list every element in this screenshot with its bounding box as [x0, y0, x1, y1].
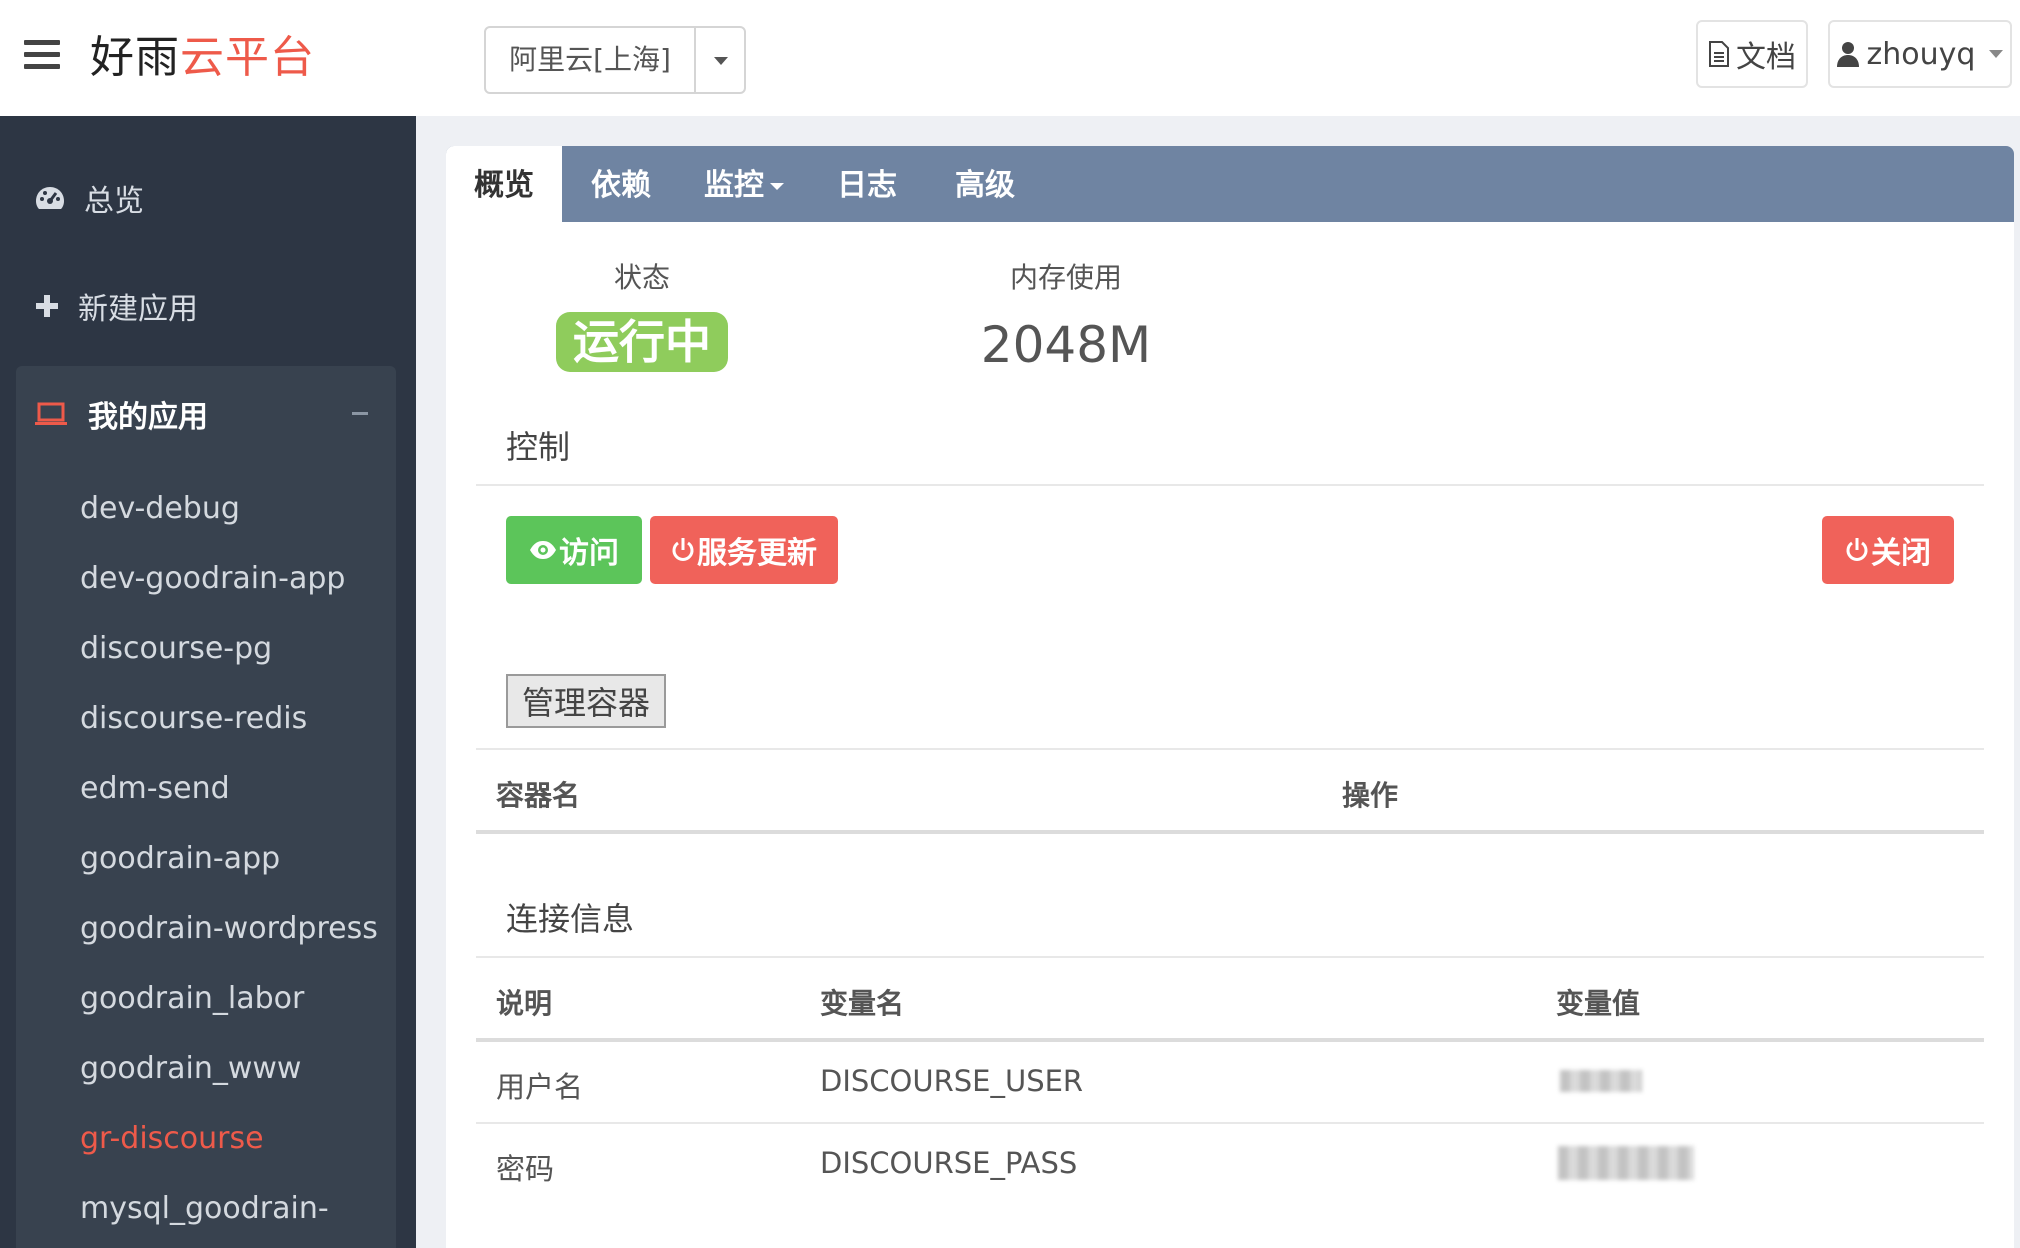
app-item-edm-send[interactable]: edm-send	[16, 754, 396, 824]
tab-dependencies[interactable]: 依赖	[562, 146, 680, 222]
masked-value	[1560, 1070, 1642, 1092]
control-title: 控制	[506, 428, 571, 466]
tab-overview[interactable]: 概览	[446, 146, 562, 222]
tab-logs[interactable]: 日志	[808, 146, 926, 222]
document-icon	[1709, 41, 1729, 67]
app-item-goodrain-www[interactable]: goodrain_www	[16, 1034, 396, 1104]
app-item-goodrain-labor[interactable]: goodrain_labor	[16, 964, 396, 1034]
memory-label: 内存使用	[1009, 261, 1122, 294]
tab-advanced[interactable]: 高级	[926, 146, 1044, 222]
plus-icon	[36, 295, 58, 317]
app-item-dev-goodrain-app[interactable]: dev-goodrain-app	[16, 544, 396, 614]
col-description: 说明	[496, 987, 553, 1020]
status-label: 状态	[613, 261, 670, 294]
docs-button[interactable]: 文档	[1696, 20, 1808, 88]
visit-label: 访问	[559, 536, 619, 571]
eye-icon	[530, 541, 556, 559]
col-container-name: 容器名	[496, 779, 581, 812]
sidebar: 总览 新建应用 我的应用 dev-debug dev-goodrain-app …	[0, 116, 416, 1248]
logo-text-red: 云平台	[180, 32, 315, 83]
app-item-discourse-redis[interactable]: discourse-redis	[16, 684, 396, 754]
chevron-down-icon[interactable]	[694, 28, 744, 92]
docs-label: 文档	[1736, 40, 1796, 75]
tab-monitoring-label: 监控	[704, 168, 764, 203]
divider	[476, 748, 1984, 750]
chevron-down-icon	[1989, 50, 2004, 58]
user-menu-button[interactable]: zhouyq	[1828, 20, 2012, 88]
dashboard-icon	[36, 187, 64, 209]
status-badge: 运行中	[556, 312, 728, 372]
my-apps-label: 我的应用	[88, 400, 208, 435]
divider	[476, 1122, 1984, 1124]
row-pass-desc: 密码	[496, 1152, 555, 1186]
manage-containers-button[interactable]: 管理容器	[506, 674, 666, 728]
app-item-dev-debug[interactable]: dev-debug	[16, 474, 396, 544]
service-update-label: 服务更新	[697, 536, 817, 571]
top-bar: 好雨云平台 阿里云[上海] 文档 zhouyq	[0, 0, 2020, 116]
row-pass-var: DISCOURSE_PASS	[820, 1146, 1078, 1180]
sidebar-item-overview[interactable]: 总览	[0, 158, 416, 238]
power-icon	[672, 538, 694, 561]
sidebar-item-label: 新建应用	[78, 292, 198, 327]
masked-value	[1558, 1146, 1694, 1180]
divider	[476, 956, 1984, 958]
close-label: 关闭	[1871, 536, 1931, 571]
my-apps-group: 我的应用 dev-debug dev-goodrain-app discours…	[16, 366, 396, 1248]
col-variable-value: 变量值	[1556, 987, 1641, 1020]
menu-toggle-icon[interactable]	[24, 40, 60, 70]
row-user-var: DISCOURSE_USER	[820, 1064, 1084, 1098]
close-button[interactable]: 关闭	[1822, 516, 1954, 584]
logo[interactable]: 好雨云平台	[90, 28, 315, 88]
power-icon	[1846, 538, 1868, 561]
app-item-goodrain-app[interactable]: goodrain-app	[16, 824, 396, 894]
sidebar-item-new-app[interactable]: 新建应用	[0, 266, 416, 346]
logo-text-dark: 好雨	[90, 32, 180, 83]
app-item-gr-discourse[interactable]: gr-discourse	[16, 1104, 396, 1174]
collapse-icon[interactable]	[352, 412, 368, 415]
laptop-icon	[35, 402, 67, 425]
connection-title: 连接信息	[506, 900, 635, 938]
region-selector[interactable]: 阿里云[上海]	[484, 26, 746, 94]
chevron-down-icon	[770, 183, 784, 190]
app-item-goodrain-wordpress[interactable]: goodrain-wordpress	[16, 894, 396, 964]
col-variable-name: 变量名	[820, 987, 905, 1020]
service-update-button[interactable]: 服务更新	[650, 516, 838, 584]
user-icon	[1836, 42, 1859, 67]
divider	[476, 484, 1984, 486]
col-container-action: 操作	[1342, 779, 1399, 812]
visit-button[interactable]: 访问	[506, 516, 642, 584]
divider	[476, 830, 1984, 834]
app-item-mysql-goodrain[interactable]: mysql_goodrain-	[16, 1174, 396, 1244]
app-list: dev-debug dev-goodrain-app discourse-pg …	[16, 474, 396, 1244]
tab-bar: 概览 依赖 监控 日志 高级	[446, 146, 2014, 222]
user-name: zhouyq	[1866, 36, 1976, 72]
row-user-desc: 用户名	[496, 1070, 584, 1104]
divider	[476, 1038, 1984, 1042]
my-apps-header[interactable]: 我的应用	[16, 366, 396, 462]
memory-value: 2048M	[980, 316, 1152, 374]
tab-monitoring[interactable]: 监控	[680, 146, 808, 222]
app-item-discourse-pg[interactable]: discourse-pg	[16, 614, 396, 684]
sidebar-item-label: 总览	[84, 184, 144, 219]
main-panel: 概览 依赖 监控 日志 高级 状态 运行中 内存使用 2048M 控制 访问 服…	[446, 146, 2014, 1248]
region-label[interactable]: 阿里云[上海]	[486, 28, 694, 92]
